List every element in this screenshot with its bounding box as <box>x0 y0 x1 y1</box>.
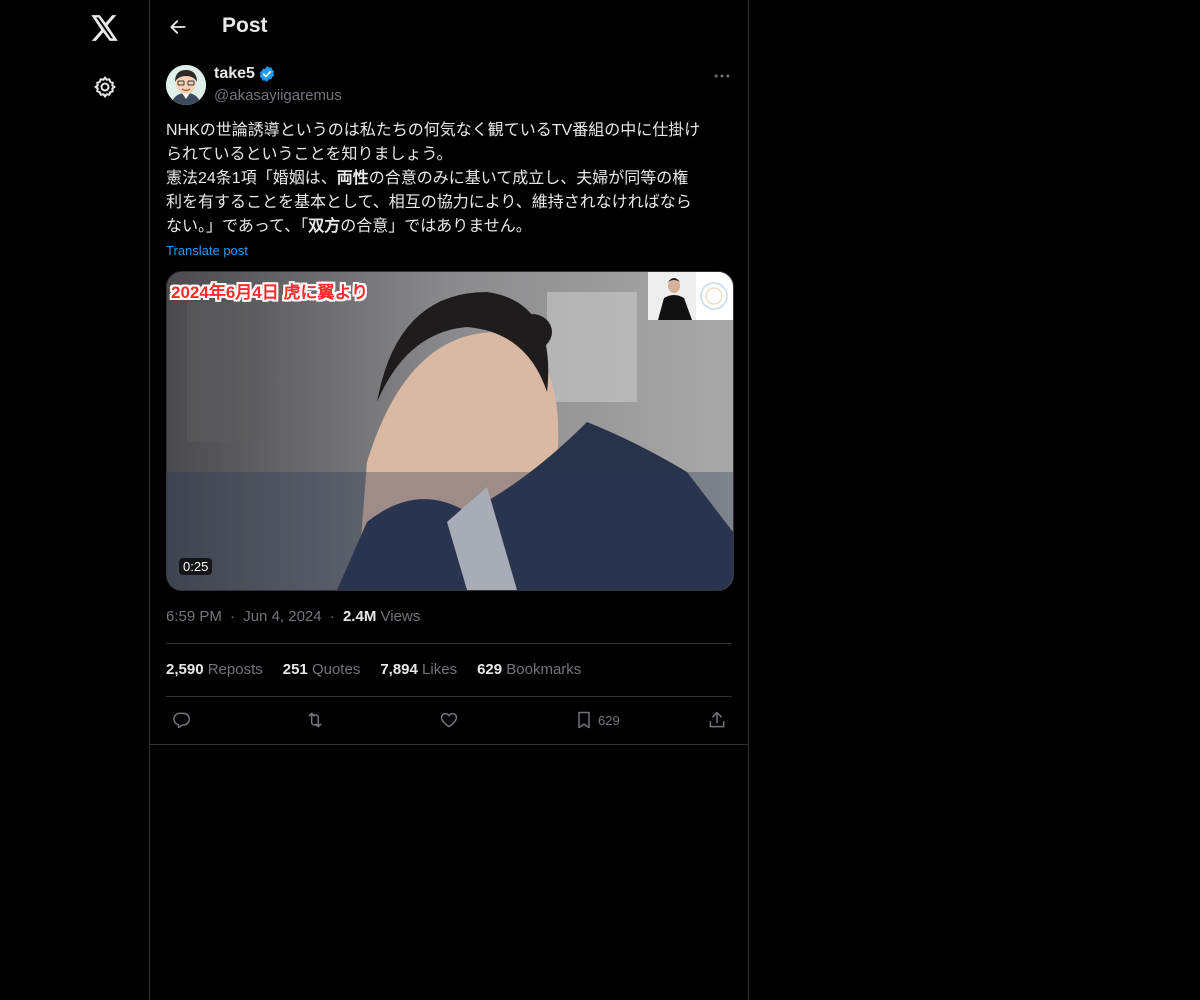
video-caption: 2024年6月4日 虎に翼より <box>171 283 369 302</box>
post-text-line: 憲法24条1項「婚姻は、両性の合意のみに基いて成立し、夫婦が同等の権 <box>166 170 689 187</box>
post-text-line: NHKの世論誘導というのは私たちの何気なく観ているTV番組の中に仕掛け <box>166 122 701 139</box>
reply-button[interactable] <box>171 708 191 732</box>
page-title: Post <box>222 14 268 37</box>
x-logo-icon[interactable] <box>89 12 121 44</box>
reply-icon <box>173 712 191 729</box>
post-date[interactable]: Jun 4, 2024 <box>243 608 321 625</box>
back-button[interactable] <box>162 11 194 43</box>
left-nav <box>0 0 149 1000</box>
author-display-name[interactable]: take5 <box>214 65 255 83</box>
post-time[interactable]: 6:59 PM <box>166 608 222 625</box>
heart-icon <box>440 712 458 728</box>
repost-icon <box>308 712 322 728</box>
divider <box>166 696 732 697</box>
inset-thumbnail <box>648 272 733 320</box>
divider <box>166 643 732 644</box>
meta-separator: · <box>329 608 335 625</box>
divider <box>150 744 748 745</box>
post-text-line: られているということを知りましょう。 <box>166 146 453 163</box>
author-name[interactable]: take5 <box>214 65 276 83</box>
share-icon <box>709 711 725 728</box>
more-horizontal-icon <box>714 74 730 78</box>
like-button[interactable] <box>439 708 459 732</box>
quotes-stat[interactable]: 251 Quotes <box>283 661 361 678</box>
bold-text: 双方 <box>308 218 341 235</box>
views-label: Views <box>380 608 421 625</box>
meta-separator: · <box>230 608 236 625</box>
post-text-line: ない。」であって、「双方の合意」ではありません。 <box>166 218 532 235</box>
views-count: 2.4M <box>342 608 377 625</box>
author-handle[interactable]: @akasayiigaremus <box>214 87 342 104</box>
post-meta: 6:59 PM · Jun 4, 2024 · 2.4M Views <box>166 608 420 625</box>
bold-text: 両性 <box>336 170 369 187</box>
avatar[interactable] <box>166 65 206 105</box>
post-text: NHKの世論誘導というのは私たちの何気なく観ているTV番組の中に仕掛け られてい… <box>166 119 736 239</box>
post-stats: 2,590 Reposts 251 Quotes 7,894 Likes 629… <box>166 661 581 678</box>
share-button[interactable] <box>707 708 727 732</box>
repost-button[interactable] <box>304 708 326 732</box>
reposts-stat[interactable]: 2,590 Reposts <box>166 661 263 678</box>
video-duration: 0:25 <box>179 558 213 575</box>
post-text-line: 利を有することを基本として、相互の協力により、維持されなければなら <box>166 194 692 211</box>
arrow-left-icon <box>170 20 186 34</box>
likes-stat[interactable]: 7,894 Likes <box>380 661 457 678</box>
verified-badge-icon <box>258 65 276 83</box>
bookmark-count: 629 <box>598 712 620 728</box>
post-column: Post take5 @akasayiigaremus NHKの世論誘導というの… <box>149 0 749 1000</box>
bookmark-icon <box>578 711 590 729</box>
gear-icon[interactable] <box>89 71 121 103</box>
bookmarks-stat: 629 Bookmarks <box>477 661 582 678</box>
bookmark-button[interactable]: 629 <box>574 708 620 732</box>
post-actions: 629 <box>166 708 732 732</box>
translate-post-link[interactable]: Translate post <box>166 243 248 258</box>
post-header: Post <box>150 0 748 53</box>
video-player[interactable]: 2024年6月4日 虎に翼より 0:25 <box>166 271 734 591</box>
more-button[interactable] <box>710 64 734 88</box>
